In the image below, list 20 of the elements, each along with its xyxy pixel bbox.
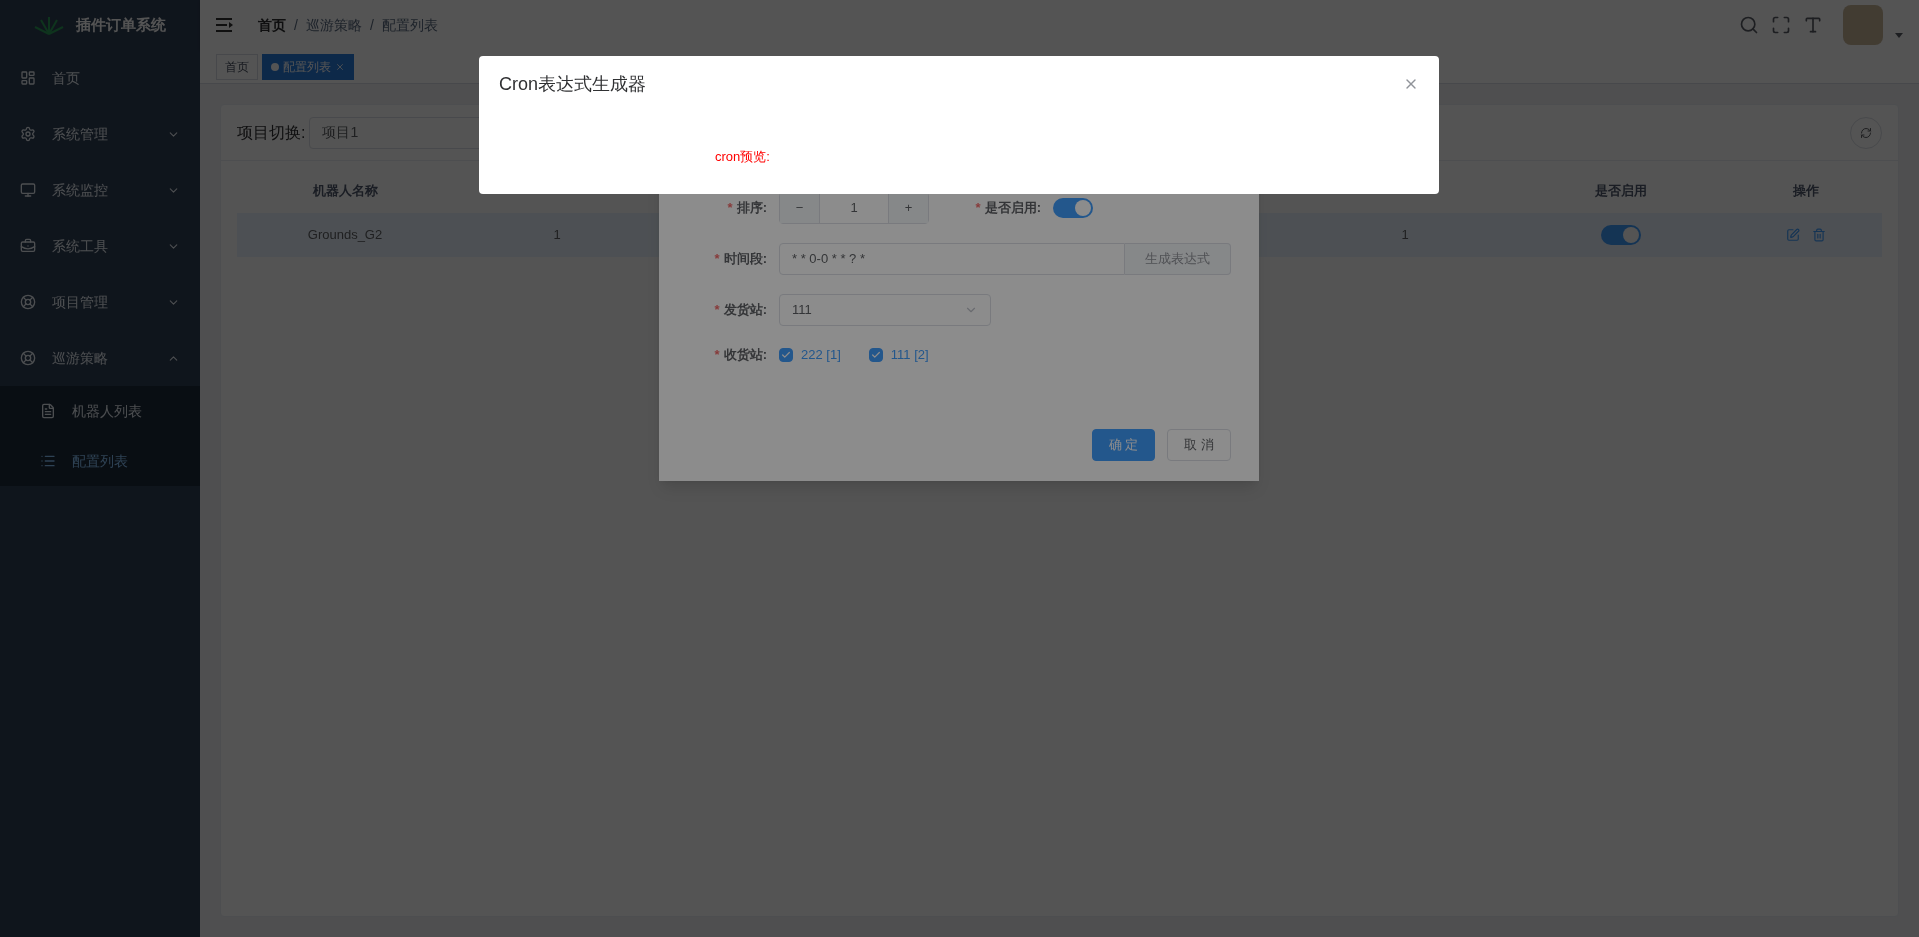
required-mark: * — [714, 301, 720, 320]
column-header: 操作 — [1792, 182, 1819, 201]
dialog-title: Cron表达式生成器 — [499, 72, 646, 96]
field-label: 发货站: — [723, 301, 767, 320]
breadcrumb-separator: / — [294, 15, 298, 35]
breadcrumb-separator: / — [369, 15, 374, 35]
field-label: 排序: — [736, 199, 767, 218]
cron-preview-label: cron预览: — [715, 148, 771, 166]
required-mark: * — [975, 199, 981, 218]
column-header: 机器人名称 — [312, 182, 378, 201]
field-label: 收货站: — [723, 346, 767, 364]
filter-label: 项目切换: — [237, 122, 306, 143]
required-mark: * — [727, 199, 733, 218]
required-mark: * — [714, 346, 720, 364]
column-header: 是否启用 — [1595, 182, 1647, 201]
field-label: 时间段: — [723, 250, 767, 269]
required-mark: * — [714, 250, 720, 269]
app-title: 插件订单系统 — [76, 14, 166, 35]
field-label: 是否启用: — [984, 199, 1041, 218]
number-value: 1 — [849, 199, 859, 218]
